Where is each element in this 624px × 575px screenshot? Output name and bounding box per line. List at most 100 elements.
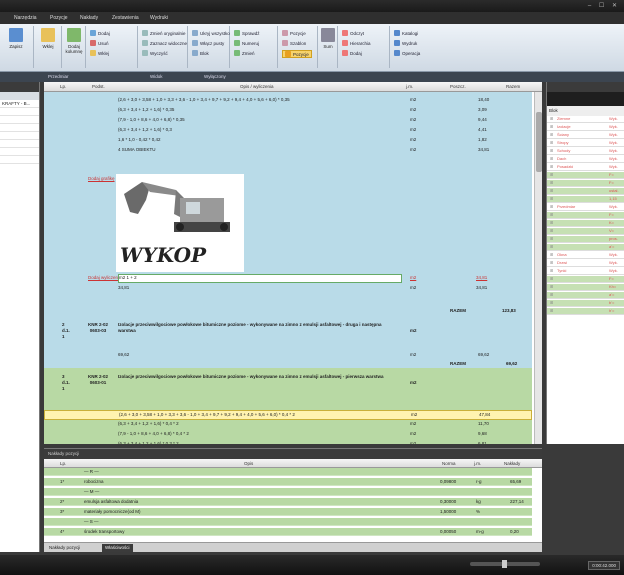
expand-icon[interactable]: ⊞ — [550, 220, 553, 225]
catalog-row[interactable]: ⊞ Posadzki Wyk. — [547, 164, 624, 171]
catalog-row[interactable]: ⊞ a'= — [547, 244, 624, 251]
catalogs-button[interactable]: Katalogi — [394, 30, 418, 36]
hide-all-button[interactable]: Ukryj wszystko — [192, 30, 230, 36]
active-positions-button[interactable]: Pozycje — [282, 50, 312, 58]
expand-icon[interactable]: ⊞ — [550, 116, 553, 121]
expand-icon[interactable]: ⊞ — [550, 236, 553, 241]
catalog-row[interactable]: ⊞ K= — [547, 220, 624, 227]
paste-small-button[interactable]: Wklej — [90, 50, 109, 56]
tab-resources[interactable]: Nakłady pozycji — [46, 544, 83, 552]
catalog-row[interactable]: ⊞ Ziemne Wyk. — [547, 116, 624, 123]
template-button[interactable]: Szablon — [282, 40, 306, 46]
zoom-knob[interactable] — [502, 560, 507, 568]
catalog-row[interactable]: ⊞ Izolacje Wyk. — [547, 124, 624, 131]
expand-icon[interactable]: ⊞ — [550, 124, 553, 129]
positions-button[interactable]: Pozycje — [282, 30, 306, 36]
number-button[interactable]: Numeruj — [234, 40, 259, 46]
menu-item[interactable]: Pozycje — [50, 15, 68, 21]
operation-button[interactable]: Operacja — [394, 50, 420, 56]
expand-icon[interactable]: ⊞ — [550, 292, 553, 297]
expand-icon[interactable]: ⊞ — [550, 252, 553, 257]
position-row-selected[interactable]: 3 d.1. 1 KNR 2-02 0603-01 Izolacje przec… — [44, 368, 532, 402]
add-calc-link[interactable]: Dodaj wyliczenie — [88, 275, 122, 280]
print-button[interactable]: Wydruk — [394, 40, 417, 46]
expand-icon[interactable]: ⊞ — [550, 308, 553, 313]
add-button[interactable]: Dodaj — [90, 30, 110, 36]
expand-icon[interactable]: ⊞ — [550, 172, 553, 177]
tree-item[interactable] — [0, 148, 39, 156]
catalog-row[interactable]: ⊞ a'= — [547, 292, 624, 299]
window-controls[interactable]: – ☐ ✕ — [588, 2, 620, 9]
menu-item[interactable]: Zestawienia — [112, 15, 139, 21]
sum-button[interactable]: Sum — [318, 28, 338, 49]
expand-icon[interactable]: ⊞ — [550, 228, 553, 233]
resource-row[interactable]: 2* emulsja asfaltowa dodatnia 0,30000 kg 227… — [44, 498, 532, 506]
change-original-button[interactable]: Zmień oryginalnie — [142, 30, 186, 36]
column-header[interactable]: j.m. — [406, 84, 413, 89]
tree-item[interactable] — [0, 140, 39, 148]
tab-estimate[interactable]: Przedmiar — [48, 74, 69, 79]
block-button[interactable]: Blok — [192, 50, 209, 56]
catalog-row[interactable]: ⊞ Ściany Wyk. — [547, 132, 624, 139]
calc-row[interactable]: (2,6 + 3,0 + 3,58 + 1,0 + 3,3 + 3,6 - 1,… — [44, 96, 532, 106]
unit-link[interactable]: m2 — [410, 275, 416, 280]
tree-item[interactable]: KRAFTY - B... — [0, 100, 39, 108]
catalog-row[interactable]: ⊞ V= — [547, 228, 624, 235]
expand-icon[interactable]: ⊞ — [550, 132, 553, 137]
expand-icon[interactable]: ⊞ — [550, 164, 553, 169]
catalog-row[interactable]: ⊞ 1,15 — [547, 196, 624, 203]
clear-button[interactable]: Wyczyść — [142, 50, 168, 56]
add-column-button[interactable]: Dodaj kolumnę — [64, 28, 84, 54]
calc-row[interactable]: (6,3 + 3,4 + 1,2 + 1,6) * 0,3 m2 4,41 — [44, 126, 532, 136]
menu-item[interactable]: Wydruki — [150, 15, 168, 21]
tab-properties[interactable]: Właściwości — [102, 544, 133, 552]
add-resource-button[interactable]: Dodaj — [342, 50, 362, 56]
expand-icon[interactable]: ⊞ — [550, 212, 553, 217]
value-link[interactable]: 34,81 — [476, 275, 487, 280]
catalog-row[interactable]: ⊞ ustal. — [547, 188, 624, 195]
resource-row[interactable]: — S — — [44, 518, 532, 526]
calc-row[interactable]: (6,3 + 3,4 + 1,2 + 1,6) * 0,3 * 2 m2 6,81 — [44, 440, 532, 444]
catalog-row[interactable]: ⊞ Okna Wyk. — [547, 252, 624, 259]
tree-item[interactable] — [0, 116, 39, 124]
expand-icon[interactable]: ⊞ — [550, 244, 553, 249]
expand-icon[interactable]: ⊞ — [550, 140, 553, 145]
include-empty-button[interactable]: Włącz pusty — [192, 40, 224, 46]
catalog-row[interactable]: ⊞ pros. — [547, 236, 624, 243]
expand-icon[interactable]: ⊞ — [550, 156, 553, 161]
expand-icon[interactable]: ⊞ — [550, 188, 553, 193]
resource-row[interactable]: 4* środek transportowy 0,00050 m-g 0,20 — [44, 528, 532, 536]
expand-icon[interactable]: ⊞ — [550, 284, 553, 289]
catalog-row[interactable]: ⊞ F= — [547, 276, 624, 283]
save-button[interactable]: Zapisz — [6, 28, 26, 49]
resource-row[interactable]: — M — — [44, 488, 532, 496]
calc-row[interactable]: (7,9 - 1,0 + 8,6 + 4,0 + 6,8) * 0,35 m2 9,… — [44, 116, 532, 126]
expand-icon[interactable]: ⊞ — [550, 148, 553, 153]
column-header[interactable]: Opis / wyliczenia — [240, 84, 274, 89]
menu-item[interactable]: Narzędzia — [14, 15, 37, 21]
tree-item[interactable] — [0, 156, 39, 164]
vertical-scrollbar[interactable] — [534, 92, 542, 444]
catalog-row[interactable]: ⊞ F= — [547, 212, 624, 219]
tree-item[interactable] — [0, 124, 39, 132]
position-row[interactable]: 2 d.1. 1 KNR 2-02 0603-03 Izolacje przec… — [44, 316, 532, 360]
panel-toolbar[interactable] — [547, 92, 624, 106]
tab-view[interactable]: Widok — [150, 74, 163, 79]
catalog-row[interactable]: ⊞ Schody Wyk. — [547, 148, 624, 155]
delete-button[interactable]: Usuń — [90, 40, 109, 46]
catalog-row[interactable]: ⊞ Tynki Wyk. — [547, 268, 624, 275]
calc-row[interactable]: Dodaj wyliczenie m2 1 + 2 m2 34,81 — [44, 274, 532, 284]
menu-item[interactable]: Nakłady — [80, 15, 98, 21]
catalog-row[interactable]: ⊞ Przedmiar Wyk. — [547, 204, 624, 211]
calc-row[interactable]: (6,3 + 3,4 + 1,2 + 1,6) * 0,35 m2 3,09 — [44, 106, 532, 116]
calc-row[interactable]: 34,81 m2 34,81 — [44, 284, 532, 294]
resource-row[interactable]: 1* robocizna 0,09800 r-g 65,69 — [44, 478, 532, 486]
calc-row[interactable]: 1,6 * 1,0 - 0,42 * 0,42 m2 1,82 — [44, 136, 532, 146]
read-button[interactable]: Odczyt — [342, 30, 364, 36]
tree-item[interactable] — [0, 132, 39, 140]
catalog-row[interactable]: ⊞ Dach Wyk. — [547, 156, 624, 163]
select-visible-button[interactable]: Zaznacz widoczne — [142, 40, 187, 46]
scroll-thumb[interactable] — [536, 112, 542, 172]
column-header[interactable]: Lp. — [60, 84, 66, 89]
calc-input[interactable]: m2 1 + 2 — [118, 274, 402, 283]
